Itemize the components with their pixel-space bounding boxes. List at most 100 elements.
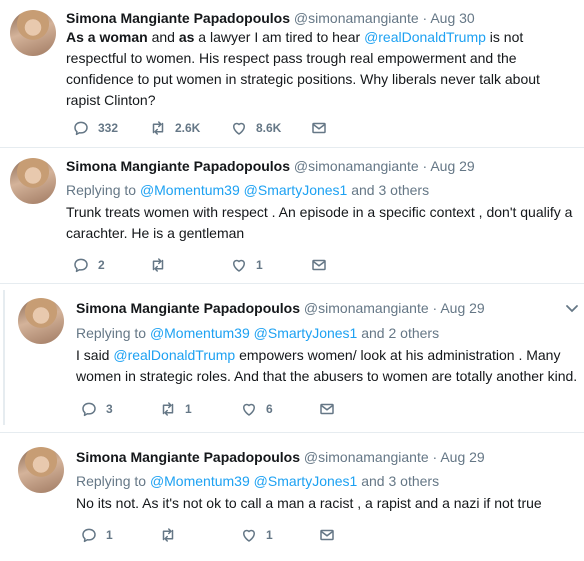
replying-to: Replying to @Momentum39 @SmartyJones1 an… <box>66 181 429 199</box>
like-count: 6 <box>266 402 273 416</box>
author-handle[interactable]: @simonamangiante <box>304 300 429 316</box>
tweet-3[interactable]: Simona Mangiante Papadopoulos @simonaman… <box>0 284 584 432</box>
tweet-text: As a woman and as a lawyer I am tired to… <box>66 27 566 111</box>
text: a lawyer I am tired to hear <box>194 29 365 45</box>
mention-link[interactable]: @Momentum39 <box>150 473 250 489</box>
replying-to-prefix: Replying to <box>76 473 150 489</box>
text: and <box>147 29 179 45</box>
avatar[interactable] <box>18 447 64 493</box>
bold-text: as <box>178 29 195 45</box>
author-name[interactable]: Simona Mangiante Papadopoulos <box>76 300 300 316</box>
chevron-down-icon[interactable] <box>565 302 579 316</box>
heart-icon <box>243 403 255 416</box>
avatar[interactable] <box>10 10 56 56</box>
tweet-date[interactable]: Aug 29 <box>440 300 484 316</box>
tweet-date[interactable]: Aug 30 <box>430 10 474 26</box>
envelope-icon <box>312 259 326 271</box>
retweet-button[interactable]: 2.6K <box>149 119 200 137</box>
mention-link[interactable]: @Momentum39 <box>140 182 240 198</box>
heart-icon <box>233 259 245 272</box>
author-handle[interactable]: @simonamangiante <box>294 158 419 174</box>
tweet-text: Trunk treats women with respect . An epi… <box>66 204 573 241</box>
replying-to-prefix: Replying to <box>76 325 150 341</box>
replying-to: Replying to @Momentum39 @SmartyJones1 an… <box>76 324 439 342</box>
others-link[interactable]: 3 others <box>388 473 439 489</box>
author-handle[interactable]: @simonamangiante <box>304 449 429 465</box>
heart-icon <box>233 122 245 135</box>
tweet-text: I said @realDonaldTrump empowers women/ … <box>76 345 582 387</box>
replying-to-and: and <box>357 325 389 341</box>
mention-link[interactable]: @realDonaldTrump <box>113 347 235 363</box>
bold-text: As a woman <box>66 29 148 45</box>
tweet-actions: 3 1 6 <box>80 400 380 420</box>
dm-button[interactable] <box>318 526 344 544</box>
retweet-count: 1 <box>185 402 192 416</box>
retweet-button[interactable] <box>149 256 175 274</box>
tweet-2[interactable]: Simona Mangiante Papadopoulos @simonaman… <box>0 148 584 283</box>
author-handle[interactable]: @simonamangiante <box>294 10 419 26</box>
like-button[interactable]: 1 <box>240 526 273 544</box>
mention-link[interactable]: @realDonaldTrump <box>364 29 486 45</box>
author-name[interactable]: Simona Mangiante Papadopoulos <box>66 158 290 174</box>
replying-to-and: and <box>347 182 379 198</box>
others-link[interactable]: 2 others <box>388 325 439 341</box>
like-button[interactable]: 1 <box>230 256 263 274</box>
reply-count: 3 <box>106 402 113 416</box>
reply-button[interactable]: 2 <box>72 256 105 274</box>
separator-dot: · <box>422 158 428 174</box>
mention-link[interactable]: @Momentum39 <box>150 325 250 341</box>
reply-button[interactable]: 1 <box>80 526 113 544</box>
tweet-text: No its not. As it's not ok to call a man… <box>76 495 542 511</box>
envelope-icon <box>320 529 334 541</box>
reply-count: 332 <box>98 121 119 135</box>
envelope-icon <box>312 122 326 134</box>
text: I said <box>76 347 114 363</box>
retweet-icon <box>152 121 164 135</box>
reply-icon <box>74 258 88 273</box>
retweet-icon <box>162 528 174 542</box>
reply-icon <box>82 402 96 417</box>
author-name[interactable]: Simona Mangiante Papadopoulos <box>76 449 300 465</box>
separator-dot: · <box>432 449 438 465</box>
retweet-button[interactable] <box>159 526 185 544</box>
dm-button[interactable] <box>310 256 336 274</box>
tweet-date[interactable]: Aug 29 <box>430 158 474 174</box>
retweet-icon <box>162 402 174 416</box>
tweet-actions: 2 1 <box>72 256 372 276</box>
like-button[interactable]: 6 <box>240 400 273 418</box>
mention-link[interactable]: @SmartyJones1 <box>244 182 348 198</box>
tweet-date[interactable]: Aug 29 <box>440 449 484 465</box>
reply-icon <box>74 121 88 136</box>
retweet-count: 2.6K <box>175 121 201 135</box>
retweet-button[interactable]: 1 <box>159 400 192 418</box>
tweet-4[interactable]: Simona Mangiante Papadopoulos @simonaman… <box>0 433 584 561</box>
tweet-1[interactable]: Simona Mangiante Papadopoulos @simonaman… <box>0 0 584 147</box>
author-name[interactable]: Simona Mangiante Papadopoulos <box>66 10 290 26</box>
replying-to: Replying to @Momentum39 @SmartyJones1 an… <box>76 472 439 490</box>
reply-count: 1 <box>106 528 113 542</box>
others-link[interactable]: 3 others <box>378 182 429 198</box>
tweet-actions: 332 2.6K 8.6K <box>72 119 372 139</box>
avatar[interactable] <box>10 158 56 204</box>
heart-icon <box>243 529 255 542</box>
replying-to-prefix: Replying to <box>66 182 140 198</box>
retweet-icon <box>152 258 164 272</box>
separator-dot: · <box>422 10 428 26</box>
like-count: 1 <box>266 528 273 542</box>
reply-button[interactable]: 332 <box>72 119 118 137</box>
reply-count: 2 <box>98 258 105 272</box>
dm-button[interactable] <box>318 400 344 418</box>
like-count: 1 <box>256 258 263 272</box>
avatar[interactable] <box>18 298 64 344</box>
replying-to-and: and <box>357 473 389 489</box>
tweet-actions: 1 1 <box>80 526 380 546</box>
mention-link[interactable]: @SmartyJones1 <box>254 473 358 489</box>
separator-dot: · <box>432 300 438 316</box>
like-button[interactable]: 8.6K <box>230 119 281 137</box>
reply-icon <box>82 528 96 543</box>
like-count: 8.6K <box>256 121 282 135</box>
mention-link[interactable]: @SmartyJones1 <box>254 325 358 341</box>
dm-button[interactable] <box>310 119 336 137</box>
reply-button[interactable]: 3 <box>80 400 113 418</box>
envelope-icon <box>320 403 334 415</box>
